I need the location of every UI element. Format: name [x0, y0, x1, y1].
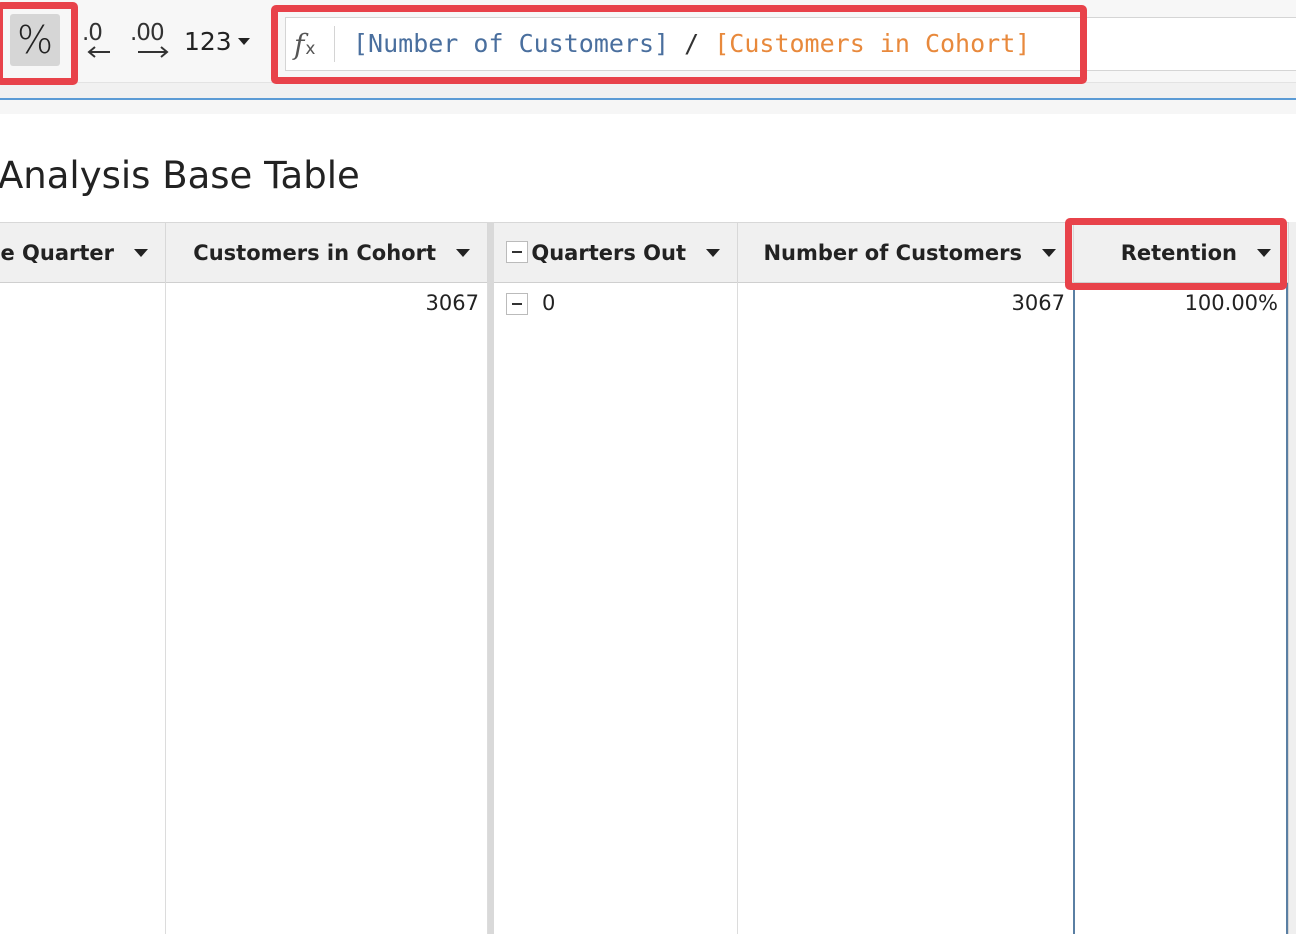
function-icon: fx	[294, 26, 328, 62]
next-column-edge	[1288, 222, 1296, 934]
number-format-dropdown[interactable]: 123	[184, 24, 250, 58]
percent-format-button[interactable]: %	[10, 14, 60, 66]
collapse-row-icon[interactable]	[506, 293, 528, 315]
fx-label: f	[294, 27, 305, 61]
column-header-number-of-customers[interactable]: Number of Customers	[738, 223, 1074, 283]
arrow-right-icon	[138, 46, 169, 58]
column-header-purchase-quarter[interactable]: ase Quarter	[0, 223, 166, 283]
formula-divider	[334, 26, 335, 62]
cell-customers-in-cohort[interactable]: 3067	[426, 291, 479, 315]
decrease-decimals-icon: .0	[82, 20, 103, 46]
cell-number-of-customers[interactable]: 3067	[1012, 291, 1065, 315]
collapse-group-icon[interactable]	[506, 241, 528, 263]
column-number-of-customers: 3067	[738, 283, 1074, 934]
chevron-down-icon[interactable]	[1042, 249, 1056, 257]
chevron-down-icon[interactable]	[706, 249, 720, 257]
table-title: Analysis Base Table	[0, 154, 360, 197]
cell-retention[interactable]: 100.00%	[1185, 291, 1278, 315]
arrow-left-icon	[87, 46, 110, 58]
number-format-label: 123	[184, 26, 232, 56]
chevron-down-icon[interactable]	[1257, 249, 1271, 257]
formula-input[interactable]: [Number of Customers] / [Customers in Co…	[353, 27, 1030, 61]
column-header-label: Retention	[1120, 241, 1237, 265]
toolbar-shadow	[0, 100, 1296, 114]
chevron-down-icon	[237, 37, 250, 45]
decrease-decimals-button[interactable]: .0	[80, 18, 124, 60]
chevron-down-icon[interactable]	[456, 249, 470, 257]
chevron-down-icon[interactable]	[134, 249, 148, 257]
cell-quarters-out[interactable]: 0	[542, 291, 555, 315]
column-purchase-quarter	[0, 283, 166, 934]
fx-sub: x	[305, 39, 316, 59]
column-header-label: Number of Customers	[763, 241, 1022, 265]
increase-decimals-button[interactable]: .00	[128, 18, 172, 60]
column-header-retention[interactable]: Retention	[1074, 223, 1288, 283]
formula-bar[interactable]: fx [Number of Customers] / [Customers in…	[285, 17, 1296, 71]
column-header-label: ase Quarter	[0, 241, 114, 265]
worksheet-view: % .0 .00 123 fx [Number of Customers] / …	[0, 0, 1296, 934]
column-customers-in-cohort: 3067	[166, 283, 488, 934]
formula-field-customers-in-cohort: [Customers in Cohort]	[714, 29, 1031, 58]
column-header-customers-in-cohort[interactable]: Customers in Cohort	[166, 223, 488, 283]
formula-operator: /	[669, 29, 715, 58]
formula-field-number-of-customers: [Number of Customers]	[353, 29, 670, 58]
percent-icon: %	[16, 18, 54, 62]
table-header: ase Quarter Customers in Cohort Quarters…	[0, 222, 1290, 283]
formatting-toolbar: % .0 .00 123 fx [Number of Customers] / …	[0, 0, 1296, 82]
increase-decimals-icon: .00	[130, 20, 165, 46]
column-header-label: Customers in Cohort	[193, 241, 436, 265]
column-header-label: Quarters Out	[531, 241, 686, 265]
toolbar-separator	[0, 82, 1296, 98]
column-header-quarters-out[interactable]: Quarters Out	[494, 223, 738, 283]
column-quarters-out: 0	[494, 283, 738, 934]
column-retention: 100.00%	[1073, 283, 1288, 934]
